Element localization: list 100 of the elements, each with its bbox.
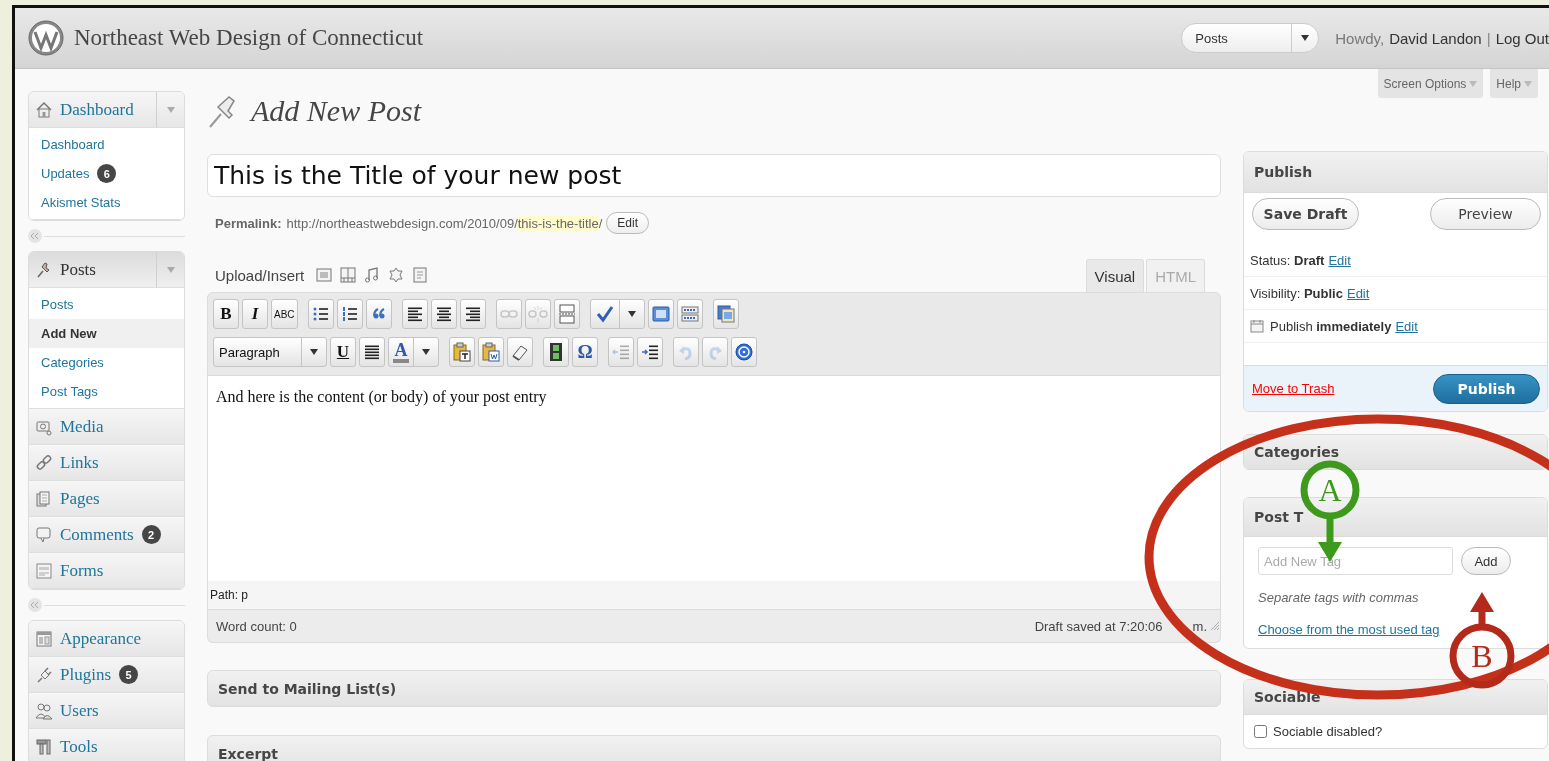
save-draft-button[interactable]: Save Draft: [1252, 198, 1359, 230]
permalink-suffix: /: [598, 215, 603, 231]
format-dropdown[interactable]: Paragraph: [213, 337, 327, 367]
panel-title: Publish: [1254, 164, 1313, 180]
page-title: Add New Post: [251, 94, 421, 128]
media-button[interactable]: [712, 299, 739, 329]
trash-link[interactable]: Move to Trash: [1252, 381, 1335, 396]
plug-icon: [35, 665, 53, 684]
submenu-item[interactable]: Posts: [29, 290, 184, 319]
quote-button[interactable]: [365, 299, 392, 329]
fullscreen-button[interactable]: [647, 299, 674, 329]
broken-link-icon: [527, 304, 548, 324]
menu-item[interactable]: Media: [29, 409, 184, 445]
editor-tab[interactable]: Visual: [1085, 259, 1145, 292]
numbers-button[interactable]: [336, 299, 363, 329]
strike-button[interactable]: ABC: [271, 299, 298, 329]
submenu-item[interactable]: Categories: [29, 348, 184, 377]
clipboard-icon: [452, 342, 472, 362]
underline-button[interactable]: U: [330, 337, 356, 367]
help-icon: [734, 342, 754, 362]
preview-button[interactable]: Preview: [1430, 198, 1541, 230]
menu-item[interactable]: Links: [29, 445, 184, 481]
toggle-icon: [166, 106, 175, 113]
submenu-item[interactable]: Dashboard: [29, 130, 184, 159]
site-title: Northeast Web Design of Connecticut: [74, 25, 424, 51]
align-left-button[interactable]: [401, 299, 428, 329]
eraser-button[interactable]: [507, 337, 533, 367]
caret-icon: [1524, 80, 1532, 87]
bullets-button[interactable]: [307, 299, 334, 329]
actions-dropdown[interactable]: Posts: [1181, 23, 1320, 53]
greeting-text: Howdy,: [1335, 29, 1385, 47]
word-count: Word count: 0: [216, 618, 297, 634]
film-icon[interactable]: [340, 267, 357, 283]
calendar-icon: [1250, 319, 1264, 333]
edit-button[interactable]: Edit: [606, 212, 649, 234]
special-character-button[interactable]: Ω: [572, 337, 598, 367]
meta-box-header[interactable]: Excerpt: [207, 735, 1221, 761]
toolbar-grid-icon: [679, 304, 700, 324]
submenu-item[interactable]: Add New: [29, 319, 184, 348]
edit-link[interactable]: Edit: [1346, 285, 1370, 301]
submenu-item[interactable]: Post Tags: [29, 377, 184, 406]
menu-item[interactable]: Plugins 5: [29, 657, 184, 693]
menu-item[interactable]: Tools: [29, 729, 184, 761]
logout-link[interactable]: Log Out: [1495, 29, 1549, 47]
justify-button[interactable]: [359, 337, 385, 367]
italic-button[interactable]: I: [242, 299, 268, 329]
permalink-slug[interactable]: this-is-the-title: [517, 215, 599, 231]
separator-text: |: [1486, 29, 1491, 47]
panel-title: Post T: [1254, 509, 1304, 525]
menu-item[interactable]: Pages: [29, 481, 184, 517]
draft-saved-text: m.: [1192, 618, 1207, 634]
text-color-button[interactable]: A: [388, 337, 439, 367]
menu-item[interactable]: Posts: [29, 252, 184, 288]
hammer-icon: [35, 737, 53, 756]
spell-button[interactable]: [589, 299, 645, 329]
help-button[interactable]: [731, 337, 757, 367]
menu-item[interactable]: Forms: [29, 553, 184, 589]
clipboard-icon: [481, 342, 501, 362]
user-link[interactable]: David Landon: [1389, 29, 1482, 47]
menu-item[interactable]: Users: [29, 693, 184, 729]
resize-grip-icon[interactable]: [1210, 621, 1220, 631]
status-text: Status: Draft: [1250, 252, 1325, 268]
video-button[interactable]: [543, 337, 569, 367]
submenu-item[interactable]: Updates 6: [29, 159, 184, 188]
add-button[interactable]: Add: [1461, 547, 1511, 575]
cog-icon[interactable]: [388, 267, 405, 283]
edit-link[interactable]: Edit: [1328, 252, 1351, 268]
indent-button[interactable]: [637, 337, 663, 367]
kitchen-button[interactable]: [676, 299, 703, 329]
publish-button[interactable]: Publish: [1433, 373, 1540, 404]
more-button[interactable]: [553, 299, 580, 329]
speech-bubble-icon: [35, 525, 53, 544]
paste-word-button[interactable]: [478, 337, 504, 367]
path-text: Path: p: [210, 588, 249, 602]
upload-insert-label: Upload/Insert: [214, 267, 306, 286]
menu-item[interactable]: Appearance: [29, 621, 184, 657]
page-break-icon: [556, 304, 577, 324]
paste-text-button[interactable]: [449, 337, 475, 367]
draft-saved-text: Draft saved at 7:20:06: [1034, 618, 1163, 634]
house-icon: [35, 100, 53, 119]
window-icon: [650, 304, 671, 324]
checkbox[interactable]: [1254, 725, 1267, 738]
music-note-icon[interactable]: [364, 267, 381, 283]
window-icon: [35, 629, 53, 648]
align-center-button[interactable]: [430, 299, 457, 329]
screen-options-tab[interactable]: Screen Options: [1377, 69, 1484, 98]
tag-input-field[interactable]: Add New Tag: [1258, 547, 1453, 575]
align-right-button[interactable]: [459, 299, 486, 329]
edit-link[interactable]: Edit: [1395, 318, 1418, 334]
checkbox-label: Sociable disabled?: [1273, 724, 1383, 739]
most-used-tags-link[interactable]: Choose from the most used tag: [1258, 622, 1440, 637]
meta-box-header[interactable]: Send to Mailing List(s): [207, 670, 1221, 707]
checkmark-icon: [594, 304, 615, 324]
help-tab[interactable]: Help: [1490, 69, 1538, 98]
bold-button[interactable]: B: [213, 299, 239, 329]
menu-item[interactable]: Dashboard: [29, 92, 184, 128]
menu-item[interactable]: Comments 2: [29, 517, 184, 553]
title-field[interactable]: This is the Title of your new post: [207, 154, 1221, 197]
editor-text[interactable]: And here is the content (or body) of your post entry: [207, 376, 1221, 581]
submenu-item[interactable]: Akismet Stats: [29, 188, 184, 217]
